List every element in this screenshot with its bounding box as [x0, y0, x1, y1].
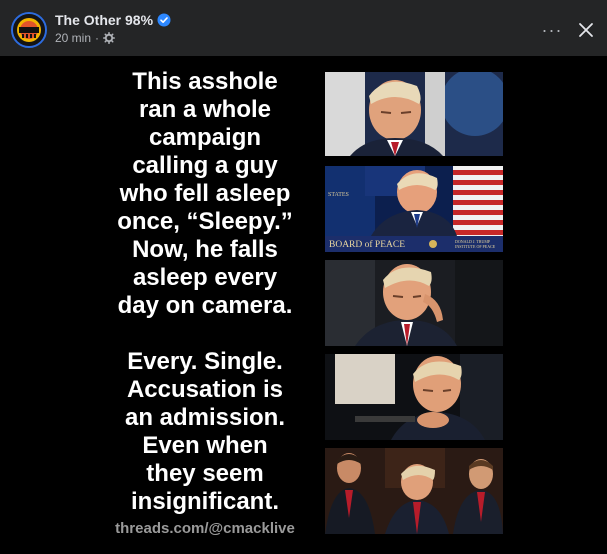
verified-badge-icon [157, 13, 171, 27]
post-timestamp[interactable]: 20 min [55, 31, 91, 45]
meme-line: day on camera. [117, 292, 293, 319]
author-name[interactable]: The Other 98% [55, 12, 153, 28]
meme-line: who fell asleep [119, 180, 291, 207]
sign-main-text: BOARD of PEACE [329, 239, 405, 250]
more-options-icon: ··· [541, 19, 563, 40]
meme-line: Accusation is [126, 376, 284, 403]
post-image[interactable]: This asshole ran a whole campaign callin… [0, 56, 607, 554]
meme-line: asleep every [132, 264, 278, 291]
meme-caption-block-1: This asshole ran a whole campaign callin… [92, 68, 318, 320]
meme-line: campaign [148, 124, 262, 151]
close-button[interactable] [570, 14, 602, 46]
meme-line: calling a guy [132, 152, 278, 179]
photo-three-men [325, 448, 503, 534]
author-line: The Other 98% [55, 12, 171, 28]
facebook-post-dialog: The Other 98% 20 min · ··· This asshole … [0, 0, 607, 554]
photo-sleeping-1 [325, 72, 503, 156]
meta-separator: · [95, 31, 100, 45]
more-options-button[interactable]: ··· [536, 14, 568, 46]
the-other-98-logo-icon [13, 14, 45, 46]
meme-line: an admission. [124, 404, 286, 431]
close-icon [579, 23, 593, 37]
meme-line: This asshole [132, 68, 278, 95]
post-meta: 20 min · [55, 31, 116, 45]
photo-sleeping-4 [325, 354, 503, 440]
watermark-url: threads.com/@cmacklive [115, 520, 295, 537]
photo-sleeping-3 [325, 260, 503, 346]
meme-line: Every. Single. [127, 348, 283, 375]
meme-line: Now, he falls [132, 236, 278, 263]
post-header: The Other 98% 20 min · ··· [0, 0, 607, 56]
sign-left-text: STATES [328, 192, 349, 198]
meme-caption-block-2: Every. Single. Accusation is an admissio… [92, 348, 318, 516]
meme-line: insignificant. [130, 488, 279, 515]
meme-line: Even when [142, 432, 268, 459]
meme-line: once, “Sleepy.” [117, 208, 293, 235]
meme-line: ran a whole [138, 96, 272, 123]
svg-text:INSTITUTE OF PEACE: INSTITUTE OF PEACE [455, 244, 496, 249]
photo-board-of-peace: STATES BOARD of PEACE DONALD J. TRUMP IN… [325, 166, 503, 252]
avatar[interactable] [11, 12, 47, 48]
gear-icon[interactable] [103, 32, 116, 44]
meme-line: they seem [146, 460, 264, 487]
